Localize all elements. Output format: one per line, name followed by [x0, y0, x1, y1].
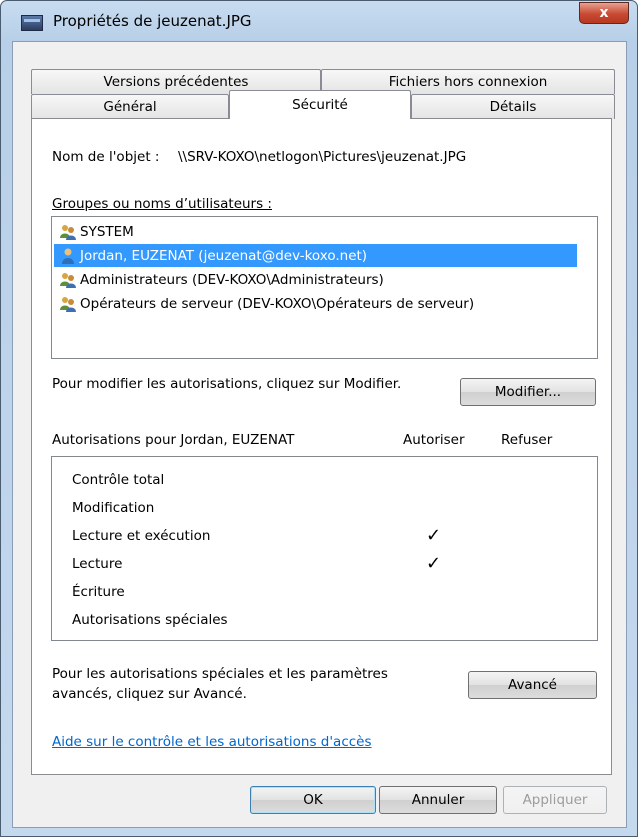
permission-row: Lecture et exécution	[72, 528, 211, 544]
permission-row: Lecture	[72, 556, 123, 572]
groups-label: Groupes ou noms d’utilisateurs :	[52, 196, 272, 212]
ok-button[interactable]: OK	[250, 786, 376, 814]
list-item[interactable]: SYSTEM	[54, 220, 595, 243]
tab-securite[interactable]: Sécurité	[229, 90, 411, 119]
object-path: \\SRV-KOXO\netlogon\Pictures\jeuzenat.JP…	[178, 149, 467, 165]
apply-button[interactable]: Appliquer	[503, 786, 607, 814]
list-item[interactable]: Administrateurs (DEV-KOXO\Administrateur…	[54, 268, 595, 291]
permissions-label: Autorisations pour Jordan, EUZENAT	[52, 432, 295, 448]
list-item[interactable]: Jordan, EUZENAT (jeuzenat@dev-koxo.net)	[54, 244, 577, 267]
permission-row: Contrôle total	[72, 472, 165, 488]
tab-details[interactable]: Détails	[411, 94, 615, 119]
modify-button[interactable]: Modifier...	[460, 378, 596, 406]
window-app-icon	[21, 15, 43, 31]
permission-row: Écriture	[72, 584, 125, 600]
advanced-hint-line2: avancés, cliquez sur Avancé.	[52, 686, 247, 702]
group-label-operateurs: Opérateurs de serveur (DEV-KOXO\Opérateu…	[80, 295, 475, 312]
cancel-button[interactable]: Annuler	[379, 786, 497, 814]
groups-listbox[interactable]: SYSTEM Jordan, EUZENAT (jeuzenat@dev-kox…	[51, 216, 598, 359]
permission-row: Autorisations spéciales	[72, 612, 228, 628]
security-panel: Nom de l'objet : \\SRV-KOXO\netlogon\Pic…	[31, 118, 612, 775]
allow-header: Autoriser	[403, 432, 465, 448]
advanced-hint-line1: Pour les autorisations spéciales et les …	[52, 666, 388, 682]
close-button[interactable]: x	[579, 2, 629, 24]
deny-header: Refuser	[501, 432, 553, 448]
title-bar[interactable]: Propriétés de jeuzenat.JPG x	[1, 1, 637, 39]
modify-hint: Pour modifier les autorisations, cliquez…	[52, 376, 402, 392]
object-name-label: Nom de l'objet :	[52, 149, 160, 165]
properties-window: Propriétés de jeuzenat.JPG x Versions pr…	[0, 0, 638, 837]
users-group-icon	[59, 223, 77, 241]
users-group-icon	[59, 295, 77, 313]
permission-row: Modification	[72, 500, 155, 516]
help-link[interactable]: Aide sur le contrôle et les autorisation…	[52, 734, 372, 750]
group-label-administrateurs: Administrateurs (DEV-KOXO\Administrateur…	[80, 271, 384, 288]
permissions-listbox[interactable]: Contrôle total Modification Lecture et e…	[51, 456, 598, 641]
tab-general[interactable]: Général	[31, 94, 229, 119]
allow-check-icon: ✓	[426, 525, 442, 546]
user-icon	[59, 247, 77, 265]
users-group-icon	[59, 271, 77, 289]
group-label-jordan: Jordan, EUZENAT (jeuzenat@dev-koxo.net)	[80, 247, 368, 264]
window-title: Propriétés de jeuzenat.JPG	[53, 12, 252, 30]
group-label-system: SYSTEM	[80, 223, 134, 240]
list-item[interactable]: Opérateurs de serveur (DEV-KOXO\Opérateu…	[54, 292, 595, 315]
advanced-button[interactable]: Avancé	[468, 671, 597, 699]
allow-check-icon: ✓	[426, 553, 442, 574]
